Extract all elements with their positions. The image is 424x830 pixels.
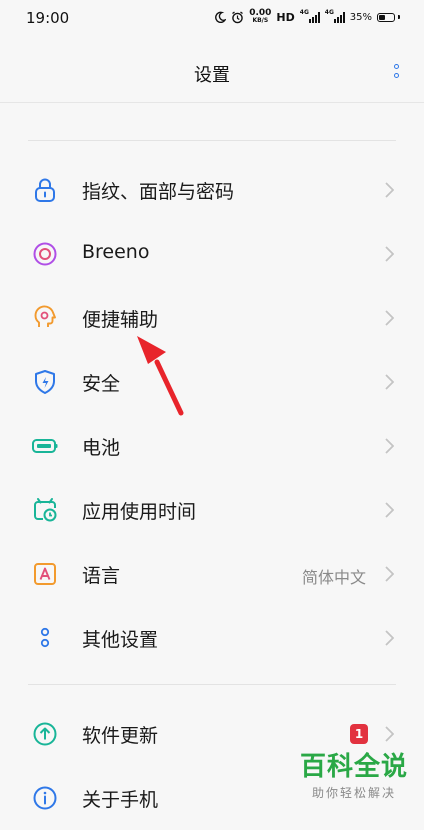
menu-item-breeno[interactable]: Breeno bbox=[0, 222, 424, 286]
menu-item-security[interactable]: 安全 bbox=[0, 350, 424, 414]
dot-icon bbox=[393, 73, 399, 78]
menu-item-label: 关于手机 bbox=[82, 789, 159, 811]
speed-unit: KB/S bbox=[252, 17, 269, 24]
menu-item-app-usage-time[interactable]: 应用使用时间 bbox=[0, 478, 424, 542]
info-icon bbox=[31, 784, 59, 812]
title-bar: 设置 bbox=[0, 40, 424, 103]
menu-item-fingerprint-face-password[interactable]: 指纹、面部与密码 bbox=[0, 158, 424, 222]
menu-item-label: Breeno bbox=[82, 241, 150, 263]
menu-item-label: 软件更新 bbox=[82, 725, 159, 747]
moon-icon bbox=[215, 11, 227, 23]
signal-2-label: 4G bbox=[324, 9, 334, 16]
menu-item-label: 电池 bbox=[82, 437, 121, 459]
update-icon bbox=[31, 720, 59, 748]
menu-item-label: 应用使用时间 bbox=[82, 501, 197, 523]
chevron-right-icon bbox=[385, 630, 394, 646]
status-icons: 0.00 KB/S HD 4G 4G 35% bbox=[214, 9, 400, 25]
menu-item-label: 语言 bbox=[82, 565, 121, 587]
battery-icon bbox=[31, 432, 59, 460]
menu-item-label: 安全 bbox=[82, 373, 121, 395]
menu-item-label: 其他设置 bbox=[82, 629, 159, 651]
speed-value: 0.00 bbox=[249, 8, 272, 18]
status-time: 19:00 bbox=[26, 9, 70, 27]
status-bar: 19:00 0.00 KB/S HD 4G 4G 35% bbox=[0, 0, 424, 38]
page-title: 设置 bbox=[194, 65, 230, 86]
watermark-title: 百科全说 bbox=[299, 752, 408, 782]
menu-item-battery[interactable]: 电池 bbox=[0, 414, 424, 478]
chevron-right-icon bbox=[385, 374, 394, 390]
alarm-icon bbox=[232, 10, 244, 23]
chevron-right-icon bbox=[385, 438, 394, 454]
dot-icon bbox=[393, 64, 399, 69]
watermark: 百科全说 助你轻松解决 bbox=[298, 752, 410, 801]
menu-item-convenient-assist[interactable]: 便捷辅助 bbox=[0, 286, 424, 350]
hd-indicator: HD bbox=[276, 10, 295, 24]
menu-item-label: 指纹、面部与密码 bbox=[82, 181, 235, 203]
breeno-icon bbox=[31, 240, 59, 268]
shield-icon bbox=[31, 368, 59, 396]
menu-item-language[interactable]: 语言 简体中文 bbox=[0, 542, 424, 606]
network-speed: 0.00 KB/S bbox=[249, 9, 271, 25]
chevron-right-icon bbox=[385, 310, 394, 326]
divider bbox=[28, 140, 396, 141]
other-settings-icon bbox=[31, 624, 59, 652]
menu-item-other-settings[interactable]: 其他设置 bbox=[0, 606, 424, 670]
more-options-button[interactable] bbox=[390, 60, 402, 82]
chevron-right-icon bbox=[385, 566, 394, 582]
app-timer-icon bbox=[31, 496, 59, 524]
update-count-badge: 1 bbox=[350, 724, 368, 744]
chevron-right-icon bbox=[385, 182, 394, 198]
chevron-right-icon bbox=[385, 246, 394, 262]
watermark-subtitle: 助你轻松解决 bbox=[311, 786, 396, 800]
signal-2-icon: 4G bbox=[324, 9, 345, 24]
menu-item-label: 便捷辅助 bbox=[82, 309, 159, 331]
battery-percent: 35% bbox=[349, 11, 372, 23]
signal-1-label: 4G bbox=[299, 9, 309, 16]
signal-1-icon: 4G bbox=[299, 9, 320, 24]
lock-icon bbox=[31, 176, 59, 204]
assist-head-icon bbox=[31, 304, 59, 332]
current-language-value: 简体中文 bbox=[301, 568, 366, 587]
divider bbox=[28, 684, 396, 685]
battery-status-icon bbox=[377, 12, 400, 22]
chevron-right-icon bbox=[385, 502, 394, 518]
language-icon bbox=[31, 560, 59, 588]
chevron-right-icon bbox=[385, 726, 394, 742]
